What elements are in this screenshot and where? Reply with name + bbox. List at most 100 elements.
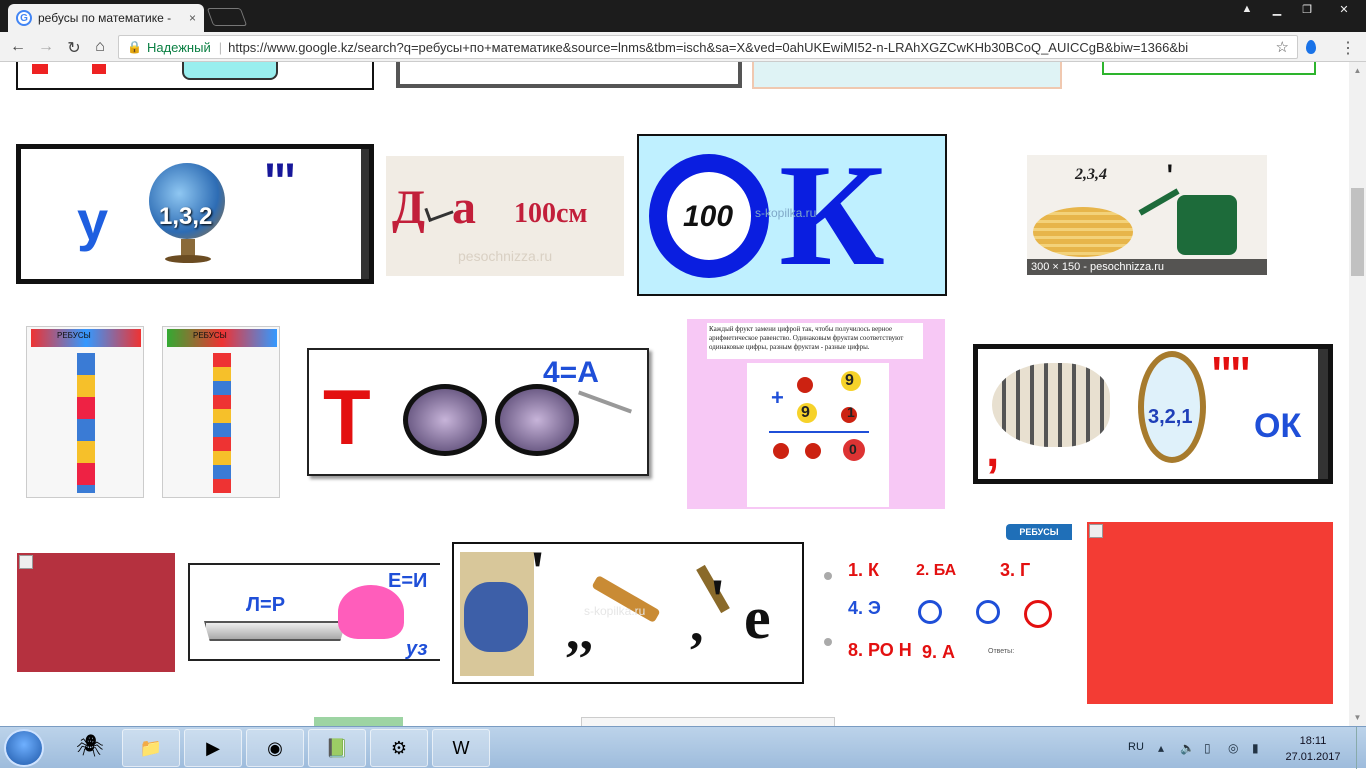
- rebus-suffix: уз: [406, 638, 428, 660]
- image-result[interactable]: , 3,2,1 ꞌꞌꞌꞌ ОК: [973, 344, 1333, 484]
- image-result-partial[interactable]: [1102, 62, 1316, 75]
- tab-close-icon[interactable]: ×: [189, 11, 196, 25]
- image-result[interactable]: 100 К s-kopilka.ru: [637, 134, 947, 296]
- scissors-icon: [424, 199, 454, 223]
- media-player-icon[interactable]: ▶: [184, 729, 242, 767]
- image-result[interactable]: Д а 100см pesochnizza.ru: [386, 156, 624, 276]
- clock-time: 18:11: [1299, 735, 1327, 747]
- network-icon[interactable]: ▮: [1252, 741, 1259, 755]
- watering-can-icon: [1177, 195, 1237, 255]
- rebus-number: 100см: [514, 198, 588, 229]
- scroll-thumb[interactable]: [1351, 188, 1364, 276]
- rebus-item: 4. Э: [848, 598, 881, 618]
- image-results: у 1,3,2 ꞌꞌꞌ Д а 100см pesochnizza.ru 100…: [0, 62, 1366, 726]
- mirror-numbers: 3,2,1: [1148, 406, 1193, 428]
- image-result[interactable]: Т 4=А: [307, 348, 649, 476]
- image-result[interactable]: Каждый фрукт замени цифрой так, чтобы по…: [687, 319, 945, 509]
- rebus-item: 8. РО Н: [848, 640, 912, 660]
- clock-date: 27.01.2017: [1285, 751, 1341, 763]
- image-result[interactable]: Л=Р Е=И уз: [188, 563, 440, 661]
- restore-button[interactable]: ❐: [1292, 0, 1322, 18]
- number-column: [213, 353, 231, 493]
- vertical-scrollbar[interactable]: ▲ ▼: [1349, 62, 1366, 726]
- bullet: [824, 572, 832, 580]
- browser-tab[interactable]: G ребусы по математике - ×: [8, 4, 204, 32]
- divider: |: [218, 39, 223, 55]
- cat-icon: [992, 363, 1110, 447]
- sunglasses-left-lens: [403, 384, 487, 456]
- chrome-icon[interactable]: ◉: [246, 729, 304, 767]
- rebus-letter: Д: [392, 181, 426, 234]
- close-window-button[interactable]: ✕: [1322, 0, 1366, 18]
- elephant-frame: [460, 552, 534, 676]
- red-shape: [92, 64, 106, 74]
- image-result[interactable]: 2,3,4 ꞌ 300 × 150 - pesochnizza.ru: [1027, 155, 1267, 275]
- url-text[interactable]: https://www.google.kz/search?q=ребусы+по…: [228, 40, 1297, 55]
- pancakes-icon: [1033, 207, 1133, 257]
- tab-title: ребусы по математике -: [38, 11, 172, 25]
- device-icon[interactable]: ▯: [1204, 741, 1211, 755]
- image-result[interactable]: РЕБУСЫ 1. К 2. БА 3. Г 4. Э 8. РО Н 9. А…: [818, 520, 1076, 710]
- new-tab-button[interactable]: [206, 8, 248, 26]
- image-result-partial[interactable]: [396, 62, 742, 88]
- star-icon[interactable]: ☆: [1276, 38, 1289, 56]
- settings-icon[interactable]: ⚙: [370, 729, 428, 767]
- rebus-item: 3. Г: [1000, 560, 1031, 580]
- rebus-circle: [918, 600, 942, 624]
- saw-icon: [204, 621, 346, 641]
- image-result-broken[interactable]: [17, 553, 175, 672]
- rebus-item: 1. К: [848, 560, 879, 580]
- home-icon[interactable]: ⌂: [90, 38, 110, 56]
- lock-icon: 🔒: [127, 40, 142, 54]
- image-result-partial[interactable]: [16, 62, 374, 90]
- minimize-button[interactable]: ▁: [1262, 0, 1292, 18]
- reload-icon[interactable]: ↻: [64, 38, 84, 58]
- scroll-up-icon[interactable]: ▲: [1349, 62, 1366, 79]
- comma: ,: [986, 424, 1000, 477]
- address-bar[interactable]: 🔒 Надежный | https://www.google.kz/searc…: [118, 35, 1298, 59]
- image-caption: 300 × 150 - pesochnizza.ru: [1027, 259, 1267, 275]
- elephant-icon: [464, 582, 528, 652]
- red-shape: [32, 64, 48, 74]
- explorer-icon[interactable]: 📁: [122, 729, 180, 767]
- extension-drop-icon[interactable]: [1306, 40, 1316, 54]
- browser-titlebar: G ребусы по математике - × ▲ ▁ ❐ ✕: [0, 0, 1366, 32]
- cyan-shape: [182, 62, 278, 80]
- scroll-down-icon[interactable]: ▼: [1349, 709, 1366, 726]
- back-arrow-icon[interactable]: ←: [8, 38, 28, 56]
- image-result-partial[interactable]: [752, 62, 1062, 89]
- answers-label: Ответы:: [988, 648, 1015, 655]
- cherry-icon: [797, 377, 813, 393]
- start-button[interactable]: [4, 729, 44, 767]
- show-desktop-button[interactable]: [1356, 727, 1366, 769]
- book-icon[interactable]: 📗: [308, 729, 366, 767]
- rebus-circle: [976, 600, 1000, 624]
- browser-toolbar: ← → ↻ ⌂ 🔒 Надежный | https://www.google.…: [0, 32, 1366, 62]
- broken-image-icon: [1089, 524, 1103, 538]
- comma: ꞌ: [1167, 161, 1173, 188]
- rebus-equation: 4=А: [543, 356, 599, 389]
- number-column: [77, 353, 95, 493]
- forward-arrow-icon[interactable]: →: [36, 38, 56, 56]
- sum-line: [769, 431, 869, 433]
- comma: ꞌ: [532, 543, 544, 588]
- word-icon[interactable]: W: [432, 729, 490, 767]
- image-result[interactable]: РЕБУСЫ РЕБУСЫ: [16, 320, 280, 506]
- tray-expand-icon[interactable]: ▴: [1158, 741, 1164, 755]
- kebab-menu-icon[interactable]: ⋮: [1340, 38, 1356, 58]
- spider-icon[interactable]: 🕷: [76, 733, 104, 759]
- volume-icon[interactable]: 🔈: [1180, 741, 1195, 755]
- rebus-banner: РЕБУСЫ: [1006, 524, 1072, 540]
- image-result-partial[interactable]: [314, 717, 403, 726]
- avast-icon[interactable]: ◎: [1228, 741, 1238, 755]
- image-result-partial[interactable]: [581, 717, 835, 726]
- rebus-letter: у: [77, 189, 109, 252]
- rebus-item: 9. А: [922, 642, 956, 662]
- system-clock[interactable]: 18:11 27.01.2017: [1282, 733, 1344, 765]
- image-result[interactable]: у 1,3,2 ꞌꞌꞌ: [16, 144, 374, 284]
- user-profile-icon[interactable]: ▲: [1232, 0, 1262, 18]
- cherry-icon: [773, 443, 789, 459]
- language-indicator[interactable]: RU: [1128, 741, 1144, 753]
- image-result[interactable]: ꞌ ,, , ꞌ е s-kopilka.ru: [452, 542, 804, 684]
- image-result-broken[interactable]: [1087, 522, 1333, 704]
